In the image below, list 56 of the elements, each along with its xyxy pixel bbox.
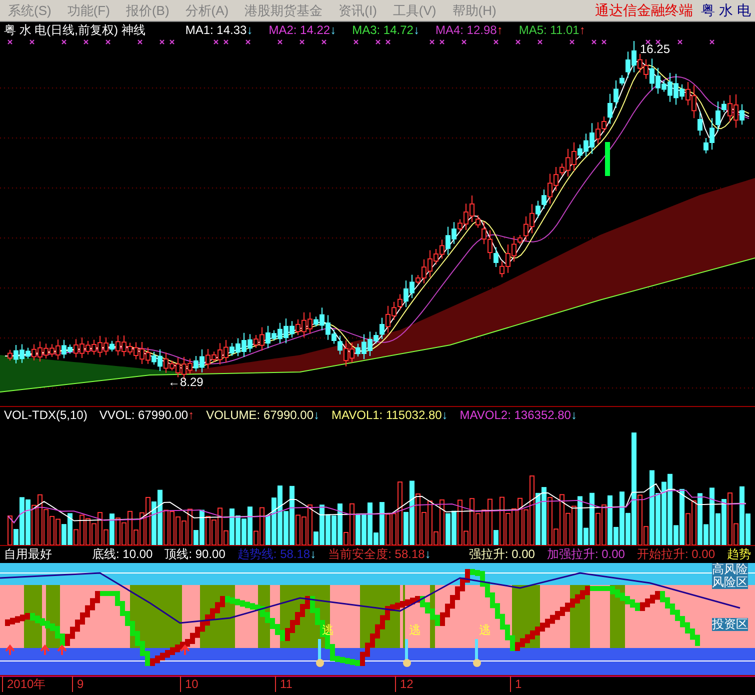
zone-label: 高风险: [712, 562, 748, 576]
indicator-value: 强拉升: 0.00: [468, 546, 535, 564]
indicator-value: 趋势: [727, 546, 751, 563]
axis-label: 9: [72, 676, 84, 692]
indicator-value: 趋势线: 58.18: [237, 546, 310, 564]
trend-arrow: ↓: [424, 546, 431, 564]
stock-name: 粤 水 电: [701, 1, 752, 20]
trend-arrow: ↓: [570, 406, 577, 424]
indicator-value: MA5: 11.01: [518, 22, 580, 39]
indicator-value: 顶线: 90.00: [164, 546, 226, 564]
menu-item[interactable]: 系统(S): [0, 0, 60, 20]
indicator-value: 底线: 10.00: [92, 546, 153, 564]
trend-arrow: ↑: [579, 22, 586, 39]
menu-item[interactable]: 帮助(H): [444, 0, 504, 20]
indicator-value: MA2: 14.22: [268, 22, 330, 39]
trend-arrow: ↓: [314, 406, 320, 424]
trend-arrow: ↑: [188, 406, 194, 424]
price-label: 16.25: [640, 41, 670, 58]
indicator-value: MAVOL1: 115032.80: [332, 406, 442, 424]
price-label: ←8.29: [168, 374, 204, 391]
trend-arrow: ↓: [330, 22, 336, 39]
indicator-value: VOLUME: 67990.00: [206, 406, 314, 424]
menu-item[interactable]: 报价(B): [118, 0, 178, 20]
axis-label: 2010年: [2, 676, 46, 692]
axis-label: 10: [180, 676, 198, 692]
trend-arrow: ↓: [310, 546, 316, 564]
menu-item[interactable]: 分析(A): [177, 0, 237, 20]
axis-label: 1: [510, 676, 522, 692]
chart-title: 自用最好: [4, 546, 52, 564]
indicator-value: 开始拉升: 0.00: [636, 546, 715, 562]
menu-item[interactable]: 港股期货基金: [236, 0, 331, 20]
indicator-value: 加强拉升: 0.00: [546, 546, 625, 564]
chart-title: 粤 水 电(日线,前复权) 神线: [4, 22, 146, 39]
signal-label: 逃: [322, 624, 334, 637]
trend-arrow: ↓: [246, 22, 253, 39]
axis-label: 12: [395, 676, 414, 692]
signal-label: 逃: [409, 624, 421, 637]
indicator-value: MAVOL2: 136352.80: [460, 406, 571, 424]
indicator-value: MA3: 14.72: [352, 22, 414, 39]
trend-arrow: ↓: [442, 406, 448, 424]
indicator-value: MA1: 14.33: [185, 22, 247, 39]
trend-arrow: ↑: [496, 22, 503, 39]
indicator-value: VVOL: 67990.00: [99, 406, 188, 424]
menu-item[interactable]: 功能(F): [59, 0, 118, 20]
zone-label: 风险区: [712, 576, 748, 589]
trend-arrow: ↓: [413, 22, 420, 39]
indicator-value: 当前安全度: 58.18: [328, 546, 425, 564]
signal-label: 逃: [479, 624, 491, 637]
brand-title: 通达信金融终端: [595, 1, 694, 20]
chart-title: VOL-TDX(5,10): [4, 406, 88, 424]
signal-bar: [605, 142, 610, 176]
menu-item[interactable]: 资讯(I): [330, 0, 385, 20]
indicator-value: MA4: 12.98: [435, 22, 497, 39]
axis-label: 11: [275, 676, 292, 692]
zone-label: 投资区: [712, 618, 748, 631]
menu-item[interactable]: 工具(V): [384, 0, 444, 20]
